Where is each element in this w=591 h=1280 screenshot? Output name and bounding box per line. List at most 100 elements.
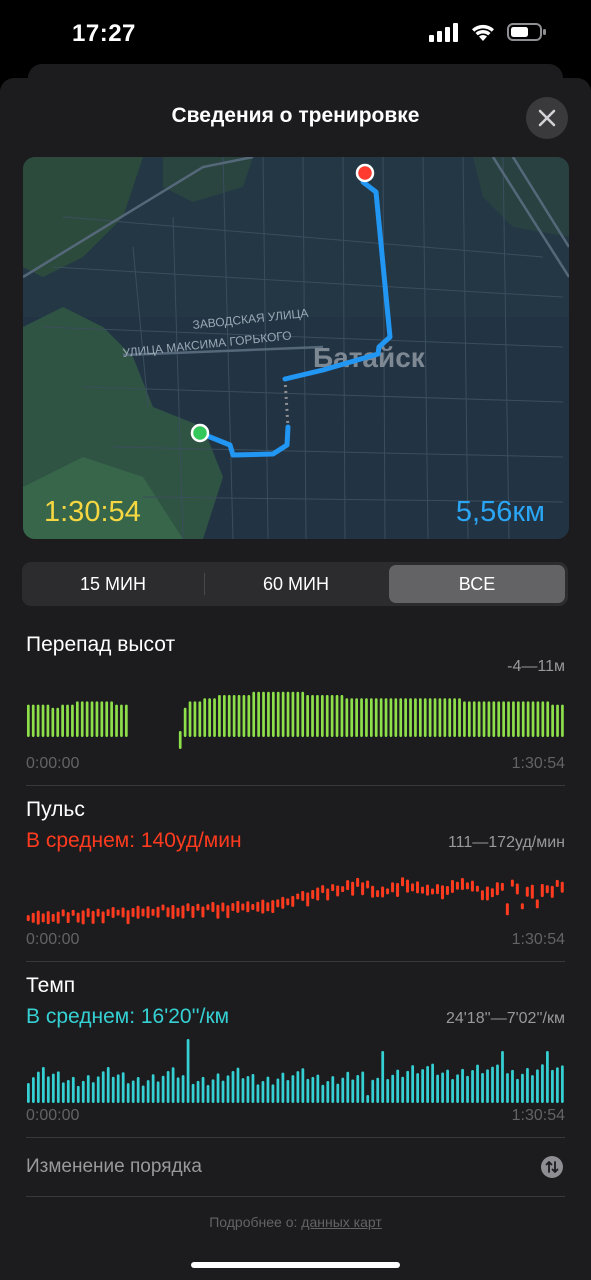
segment-all[interactable]: ВСЕ xyxy=(389,565,565,603)
divider xyxy=(26,1196,565,1197)
pulse-bar xyxy=(426,884,430,896)
pace-bar xyxy=(256,1084,260,1103)
pulse-bar xyxy=(166,907,170,918)
elevation-bar xyxy=(325,695,329,737)
reorder-label[interactable]: Изменение порядка xyxy=(26,1156,202,1178)
segment-15-min[interactable]: 15 МИН xyxy=(25,565,201,603)
elevation-bar xyxy=(443,698,447,737)
pace-bar xyxy=(236,1067,240,1103)
elevation-bar xyxy=(463,701,466,737)
pace-bar xyxy=(196,1080,200,1103)
pace-bar xyxy=(396,1069,400,1103)
pace-bar xyxy=(261,1080,265,1103)
elevation-bar xyxy=(516,701,520,737)
pace-bar xyxy=(416,1073,420,1103)
elevation-bar xyxy=(467,701,471,737)
close-icon xyxy=(538,109,556,127)
pace-bar xyxy=(51,1073,55,1103)
elevation-bar xyxy=(208,698,211,737)
pulse-bar xyxy=(450,879,454,893)
pulse-bar xyxy=(131,907,135,917)
elevation-bar xyxy=(71,704,74,737)
map-canvas: ЗАВОДСКАЯ УЛИЦА УЛИЦА МАКСИМА ГОРЬКОГО Б… xyxy=(23,157,569,539)
pulse-bar xyxy=(156,906,160,918)
elevation-bar xyxy=(262,691,265,737)
map-data-link[interactable]: данных карт xyxy=(301,1214,381,1230)
cellular-signal-icon xyxy=(429,23,458,42)
pace-bar xyxy=(161,1075,165,1103)
elevation-bar xyxy=(526,701,530,737)
elevation-bar xyxy=(276,691,280,737)
elevation-range: -4—11м xyxy=(507,658,565,675)
pace-bar xyxy=(421,1069,425,1103)
pace-start-time: 0:00:00 xyxy=(26,1107,80,1124)
pace-bar xyxy=(271,1084,275,1103)
pulse-bar xyxy=(520,903,524,910)
elevation-bar xyxy=(340,695,344,737)
pulse-bar xyxy=(171,905,175,919)
pace-bar xyxy=(386,1078,390,1103)
pulse-bar xyxy=(430,888,434,895)
pace-bar xyxy=(311,1076,315,1103)
pulse-bar xyxy=(510,879,514,887)
pulse-bar xyxy=(216,904,220,919)
elevation-end-time: 1:30:54 xyxy=(511,755,565,772)
pulse-bar xyxy=(316,887,320,901)
pulse-bar xyxy=(525,886,529,897)
pulse-bar xyxy=(406,879,410,893)
pulse-bar xyxy=(440,885,444,900)
pace-bar xyxy=(456,1074,459,1103)
elevation-bar xyxy=(247,695,251,737)
elevation-bar xyxy=(46,704,50,737)
elevation-bar xyxy=(100,701,104,737)
segment-divider xyxy=(204,573,205,595)
pulse-bar xyxy=(480,890,484,901)
pulse-bar xyxy=(266,902,270,912)
pulse-bar xyxy=(371,885,375,898)
pace-bar xyxy=(516,1078,519,1103)
pulse-bar xyxy=(545,885,549,894)
pulse-bar xyxy=(356,877,360,887)
elevation-bar xyxy=(399,698,403,737)
pulse-bar xyxy=(51,913,55,922)
pace-bar xyxy=(546,1051,549,1103)
pulse-bar xyxy=(515,883,519,895)
pulse-bar xyxy=(455,881,459,890)
pulse-bar xyxy=(241,903,245,911)
pace-bar xyxy=(191,1083,195,1103)
pace-bar xyxy=(361,1071,365,1103)
elevation-bar xyxy=(120,704,123,737)
elevation-bar xyxy=(115,704,118,737)
elevation-bar xyxy=(335,695,339,737)
page-title: Сведения о тренировке xyxy=(171,104,420,127)
elevation-bar xyxy=(257,691,260,737)
pace-bar xyxy=(56,1071,60,1103)
swap-vertical-icon[interactable] xyxy=(541,1156,563,1178)
pace-bar xyxy=(151,1074,155,1103)
pulse-bar xyxy=(505,903,509,916)
pace-bar xyxy=(326,1080,330,1103)
close-button[interactable] xyxy=(526,97,568,139)
pace-bar xyxy=(431,1063,434,1103)
pulse-bar xyxy=(421,886,425,894)
route-map[interactable]: ЗАВОДСКАЯ УЛИЦА УЛИЦА МАКСИМА ГОРЬКОГО Б… xyxy=(23,157,569,539)
elevation-bar xyxy=(389,698,393,737)
pulse-bar xyxy=(146,906,150,919)
pulse-bar xyxy=(206,904,210,911)
route-start-marker xyxy=(190,423,210,443)
time-range-segmented-control: 15 МИН 60 МИН ВСЕ xyxy=(22,562,568,606)
pace-bar xyxy=(466,1075,469,1103)
pace-bar xyxy=(166,1071,170,1103)
pulse-bar xyxy=(186,903,190,912)
pulse-bar xyxy=(151,908,155,916)
elevation-bar xyxy=(536,701,540,737)
pulse-bar xyxy=(550,885,554,898)
pulse-bar xyxy=(81,910,85,925)
pulse-bar xyxy=(530,884,534,899)
elevation-bar xyxy=(374,698,378,737)
elevation-bar xyxy=(507,701,510,737)
pulse-bar xyxy=(381,886,385,898)
pulse-bar xyxy=(306,892,310,907)
pulse-start-time: 0:00:00 xyxy=(26,931,80,948)
segment-60-min[interactable]: 60 МИН xyxy=(208,565,384,603)
